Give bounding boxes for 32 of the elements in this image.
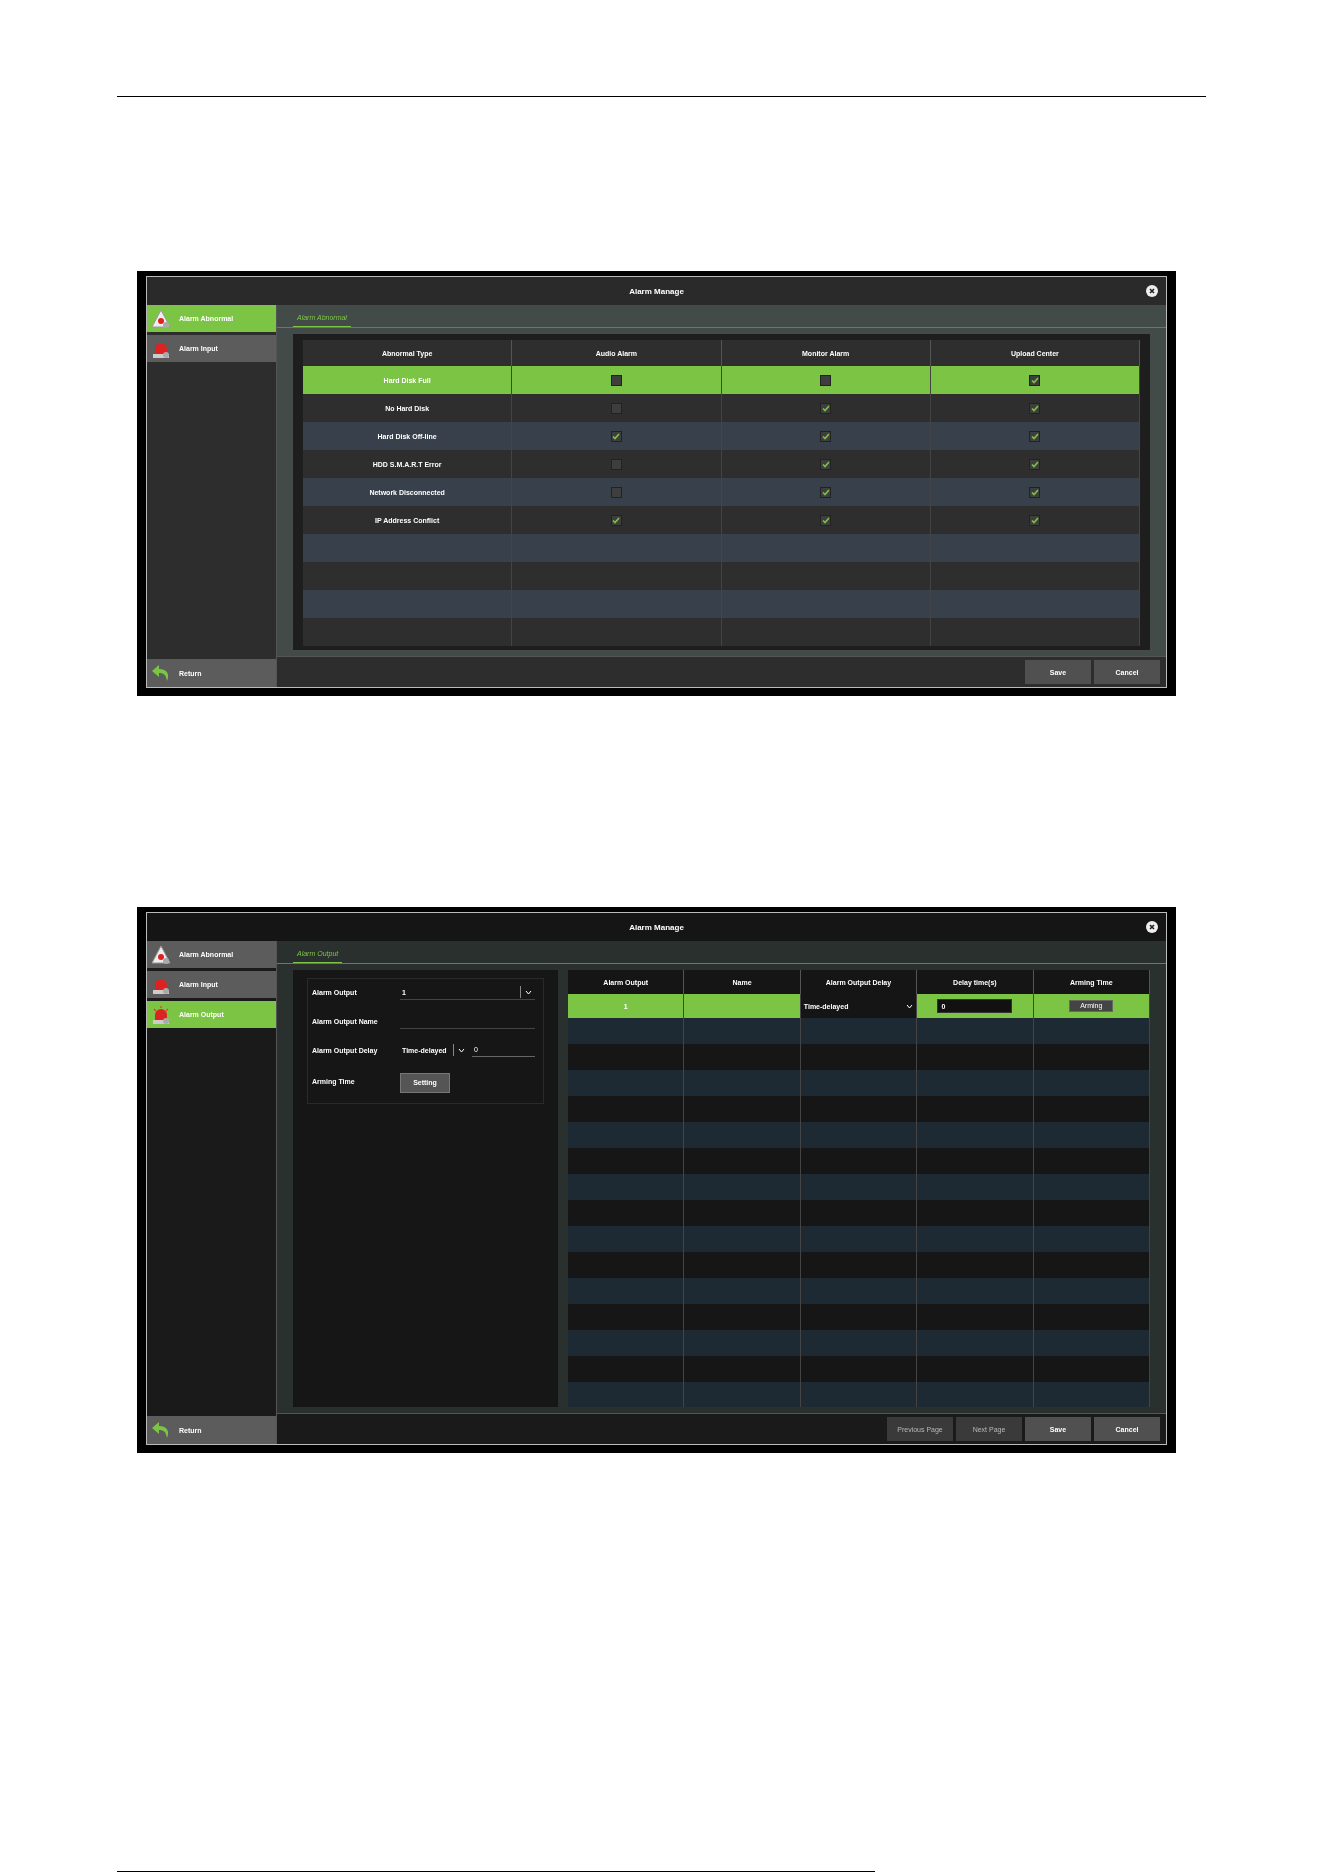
checkbox[interactable] bbox=[1029, 458, 1041, 470]
checkbox[interactable] bbox=[1029, 486, 1041, 498]
close-button[interactable] bbox=[1146, 921, 1158, 933]
checkbox[interactable] bbox=[820, 402, 832, 414]
caret-icon bbox=[525, 989, 532, 995]
checkbox[interactable] bbox=[1029, 402, 1041, 414]
caret-icon bbox=[906, 1003, 914, 1009]
return-arrow-icon bbox=[151, 1421, 171, 1439]
checkbox[interactable] bbox=[610, 430, 622, 442]
checkbox[interactable] bbox=[610, 514, 622, 526]
checkbox[interactable] bbox=[610, 402, 622, 414]
checkbox[interactable] bbox=[610, 486, 622, 498]
checkbox[interactable] bbox=[820, 514, 832, 526]
checkbox[interactable] bbox=[1029, 374, 1041, 386]
close-button[interactable] bbox=[1146, 285, 1158, 297]
window-title: Alarm Manage bbox=[629, 286, 684, 296]
checkbox[interactable] bbox=[1029, 430, 1041, 442]
checkbox[interactable] bbox=[820, 430, 832, 442]
siren-icon bbox=[151, 1004, 171, 1025]
checkbox[interactable] bbox=[1029, 514, 1041, 526]
checkbox[interactable] bbox=[820, 374, 832, 386]
checkbox[interactable] bbox=[610, 374, 622, 386]
checkbox[interactable] bbox=[820, 458, 832, 470]
checkbox[interactable] bbox=[820, 486, 832, 498]
warning-icon bbox=[151, 944, 171, 965]
checkbox[interactable] bbox=[610, 458, 622, 470]
warning-icon bbox=[151, 308, 171, 329]
close-icon bbox=[1148, 287, 1156, 295]
caret-icon bbox=[458, 1047, 465, 1053]
window-title: Alarm Manage bbox=[629, 922, 684, 932]
return-arrow-icon bbox=[151, 664, 171, 682]
close-icon bbox=[1148, 923, 1156, 931]
